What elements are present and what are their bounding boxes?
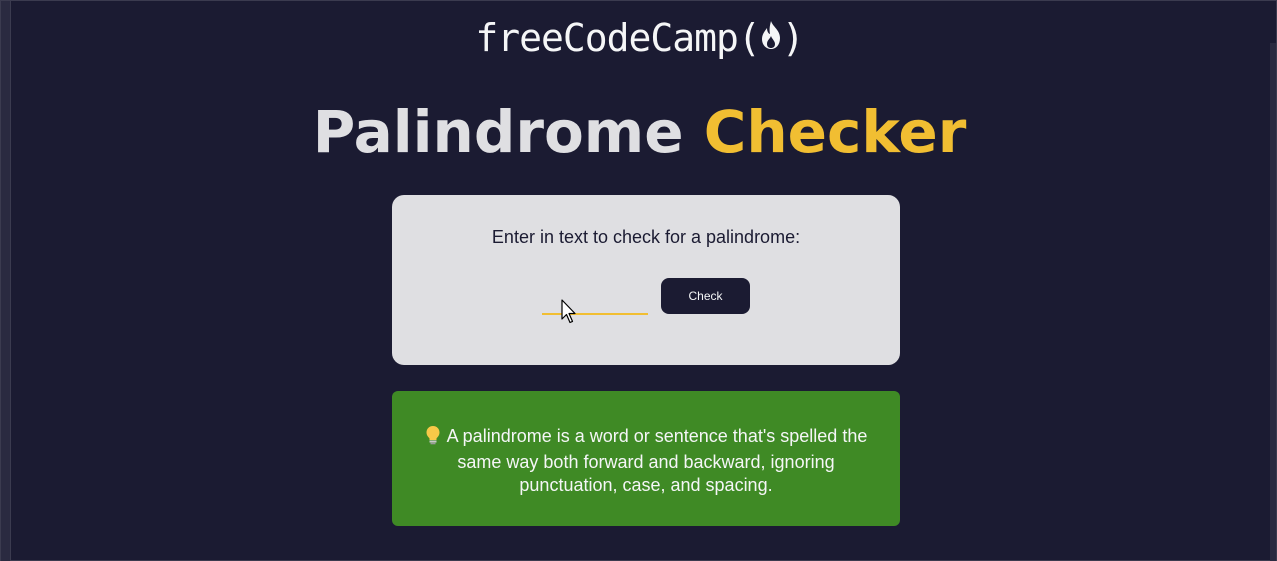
logo-text-end: ) — [781, 16, 805, 60]
definition-text: A palindrome is a word or sentence that'… — [446, 426, 868, 495]
text-input[interactable] — [542, 295, 648, 315]
lightbulb-icon — [425, 425, 441, 451]
app-window: freeCodeCamp() Palindrome Checker Enter … — [0, 0, 1277, 561]
mouse-pointer-icon — [561, 299, 577, 330]
logo-text-start: freeCodeCamp( — [475, 16, 760, 60]
flame-icon — [758, 13, 784, 63]
title-part-1: Palindrome — [312, 98, 684, 166]
title-part-2: Checker — [703, 98, 967, 166]
fcc-logo[interactable]: freeCodeCamp() — [1, 13, 1277, 63]
page-title: Palindrome Checker — [1, 95, 1277, 169]
window-left-edge — [1, 1, 11, 561]
checker-card: Enter in text to check for a palindrome:… — [392, 195, 900, 365]
check-button[interactable]: Check — [661, 278, 750, 314]
palindrome-definition: A palindrome is a word or sentence that'… — [392, 391, 900, 526]
input-label: Enter in text to check for a palindrome: — [491, 227, 801, 247]
